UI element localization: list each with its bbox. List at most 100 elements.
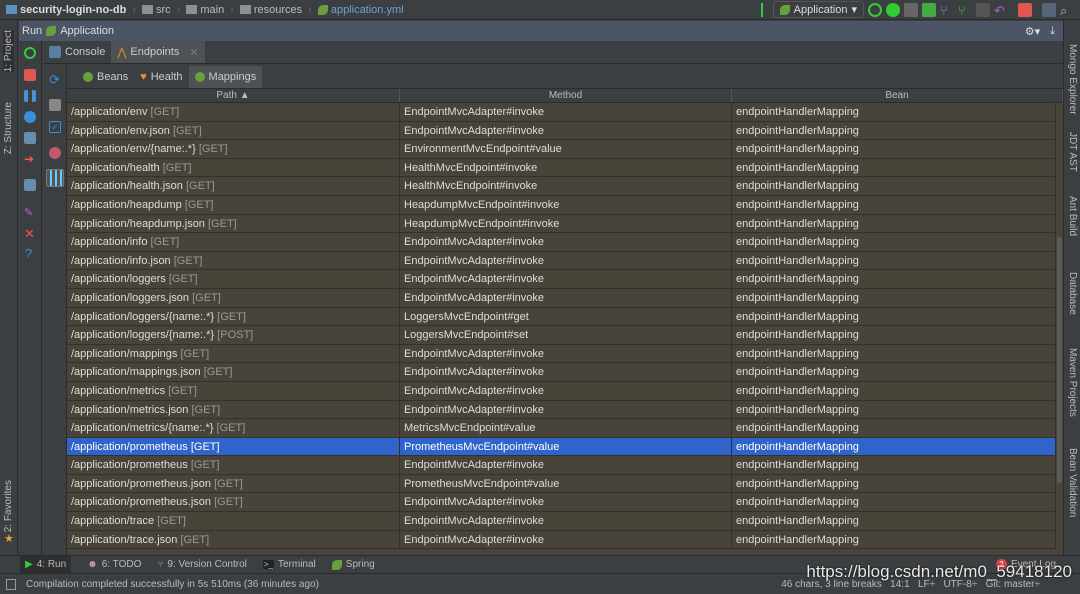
table-row[interactable]: /application/trace.json [GET] EndpointMvc… xyxy=(67,530,1056,550)
breadcrumb-file[interactable]: application.yml xyxy=(317,4,404,16)
build-icon[interactable] xyxy=(758,2,769,17)
table-row[interactable]: /application/trace [GET] EndpointMvcAdapt… xyxy=(67,512,1056,531)
table-row[interactable]: /application/metrics [GET] EndpointMvcAda… xyxy=(67,381,1056,401)
toggle-panels-icon[interactable] xyxy=(6,578,16,590)
tool-jdt-ast[interactable]: JDT AST xyxy=(1067,132,1078,172)
tool-ant-build[interactable]: Ant Build xyxy=(1067,196,1078,236)
spring-icon xyxy=(331,559,342,570)
table-row[interactable]: /application/prometheus.json [GET] Endpoi… xyxy=(67,493,1056,513)
close-icon[interactable]: ✕ xyxy=(24,226,36,241)
table-row[interactable]: /application/heapdump.json [GET] Heapdump… xyxy=(67,214,1056,234)
tool-bean-validation[interactable]: Bean Validation xyxy=(1067,448,1078,517)
stop-icon[interactable] xyxy=(1018,2,1032,17)
breadcrumb-main[interactable]: main xyxy=(186,4,224,16)
http-method: [GET] xyxy=(168,273,198,286)
tool-run[interactable]: ▶ 4: Run xyxy=(20,555,72,574)
camera-icon[interactable] xyxy=(24,132,36,144)
folder-icon xyxy=(186,5,198,14)
tool-version-control[interactable]: ⑂ 9: Version Control xyxy=(157,559,247,570)
debug-icon[interactable] xyxy=(886,2,900,17)
table-row[interactable]: /application/prometheus [GET] EndpointMvc… xyxy=(67,456,1056,475)
rerun-icon[interactable] xyxy=(868,2,882,17)
vcs-commit-icon[interactable]: ⑂ xyxy=(958,3,972,18)
exit-icon[interactable]: ➔ xyxy=(24,152,36,166)
tab-beans[interactable]: Beans xyxy=(77,66,134,88)
project-structure-icon[interactable] xyxy=(1042,2,1056,17)
http-method: [GET] xyxy=(198,143,228,156)
http-method: [GET] xyxy=(214,496,243,509)
mappings-filter-icon[interactable] xyxy=(49,147,61,159)
http-method: [GET] xyxy=(150,236,180,249)
close-tab-icon[interactable]: ✕ xyxy=(189,46,198,59)
rerun-icon[interactable] xyxy=(24,47,36,59)
checkbox-icon[interactable]: ✓ xyxy=(49,121,61,133)
hide-icon[interactable]: ⤓ xyxy=(1050,25,1055,38)
tab-health[interactable]: ♥ Health xyxy=(134,66,188,88)
refresh-icon[interactable]: ⟳ xyxy=(49,72,61,87)
table-row[interactable]: /application/heapdump [GET] HeapdumpMvcEn… xyxy=(67,195,1056,215)
table-row[interactable]: /application/loggers/{name:.*} [GET] Logg… xyxy=(67,307,1056,327)
table-row[interactable]: /application/mappings [GET] EndpointMvcAd… xyxy=(67,344,1056,364)
breadcrumb-resources[interactable]: resources xyxy=(239,4,302,16)
table-row[interactable]: /application/info [GET] EndpointMvcAdapte… xyxy=(67,233,1056,252)
cell-method: EndpointMvcAdapter#invoke xyxy=(400,270,732,288)
table-row[interactable]: /application/mappings.json [GET] Endpoint… xyxy=(67,363,1056,382)
table-row[interactable]: /application/env/{name:.*} [GET] Environm… xyxy=(67,140,1056,159)
endpoints-toolbar: ⟳ ✓ xyxy=(43,64,67,555)
profile-icon[interactable] xyxy=(922,2,936,17)
http-method: [GET] xyxy=(190,440,220,453)
search-icon[interactable]: ⌕ xyxy=(1060,3,1074,18)
cell-path: /application/env/{name:.*} [GET] xyxy=(67,140,400,158)
tool-favorites[interactable]: 2: Favorites xyxy=(3,480,14,532)
tool-database[interactable]: Database xyxy=(1067,272,1078,315)
mappings-table: /application/env [GET] EndpointMvcAdapter… xyxy=(67,103,1056,555)
column-bean[interactable]: Bean xyxy=(732,89,1063,102)
column-path[interactable]: Path ▲ xyxy=(67,89,400,102)
table-row[interactable]: /application/metrics/{name:.*} [GET] Metr… xyxy=(67,419,1056,438)
table-row[interactable]: /application/loggers/{name:.*} [POST] Log… xyxy=(67,326,1056,345)
vcs-update-icon[interactable]: ⑂ xyxy=(940,3,954,18)
scrollbar-thumb[interactable] xyxy=(1057,237,1062,483)
table-row[interactable]: /application/loggers [GET] EndpointMvcAda… xyxy=(67,270,1056,289)
tab-endpoints[interactable]: ⋀ Endpoints ✕ xyxy=(111,41,205,63)
gear-icon[interactable]: ⚙▾ xyxy=(1025,25,1040,38)
layout-icon[interactable] xyxy=(24,179,36,191)
edit-icon[interactable] xyxy=(49,99,61,111)
table-row[interactable]: /application/health [GET] HealthMvcEndpoi… xyxy=(67,158,1056,178)
table-row[interactable]: /application/metrics.json [GET] EndpointM… xyxy=(67,400,1056,420)
table-row[interactable]: /application/health.json [GET] HealthMvcE… xyxy=(67,177,1056,196)
tool-spring[interactable]: Spring xyxy=(331,559,375,570)
breadcrumb-src[interactable]: src xyxy=(142,4,171,16)
tool-terminal[interactable]: >_ Terminal xyxy=(262,559,316,570)
revert-icon[interactable]: ↶ xyxy=(994,3,1008,18)
breadcrumb-project[interactable]: security-login-no-db xyxy=(6,4,126,16)
table-row[interactable]: /application/prometheus.json [GET] Promet… xyxy=(67,474,1056,494)
globe-icon[interactable] xyxy=(24,111,36,123)
cell-method: EndpointMvcAdapter#invoke xyxy=(400,288,732,307)
coverage-icon[interactable] xyxy=(904,2,918,17)
vcs-history-icon[interactable] xyxy=(976,2,990,17)
stop-icon[interactable] xyxy=(24,69,36,81)
pin-icon[interactable]: ✎ xyxy=(24,206,36,219)
tool-maven-projects[interactable]: Maven Projects xyxy=(1067,348,1078,417)
tool-project[interactable]: 1: Project xyxy=(3,30,14,73)
module-icon xyxy=(6,5,17,14)
tab-console[interactable]: Console xyxy=(43,41,111,63)
tab-mappings[interactable]: Mappings xyxy=(188,66,263,88)
tool-todo[interactable]: ☻ 6: TODO xyxy=(87,559,141,570)
cell-bean: endpointHandlerMapping xyxy=(732,530,1056,549)
tool-structure[interactable]: Z: Structure xyxy=(3,102,14,154)
pause-icon[interactable] xyxy=(24,90,36,102)
table-row[interactable]: /application/info.json [GET] EndpointMvcA… xyxy=(67,251,1056,271)
cell-bean: endpointHandlerMapping xyxy=(732,121,1056,140)
tool-mongo-explorer[interactable]: Mongo Explorer xyxy=(1067,44,1078,115)
help-icon[interactable]: ? xyxy=(25,246,37,261)
table-row[interactable]: /application/env.json [GET] EndpointMvcAd… xyxy=(67,121,1056,141)
chart-icon[interactable] xyxy=(46,169,64,187)
table-row[interactable]: /application/prometheus [GET] PrometheusM… xyxy=(67,437,1056,457)
cell-path: /application/mappings [GET] xyxy=(67,344,400,363)
table-row[interactable]: /application/env [GET] EndpointMvcAdapter… xyxy=(67,103,1056,122)
table-row[interactable]: /application/loggers.json [GET] EndpointM… xyxy=(67,288,1056,308)
column-method[interactable]: Method xyxy=(400,89,732,102)
run-config-select[interactable]: Application ▾ xyxy=(772,1,864,18)
